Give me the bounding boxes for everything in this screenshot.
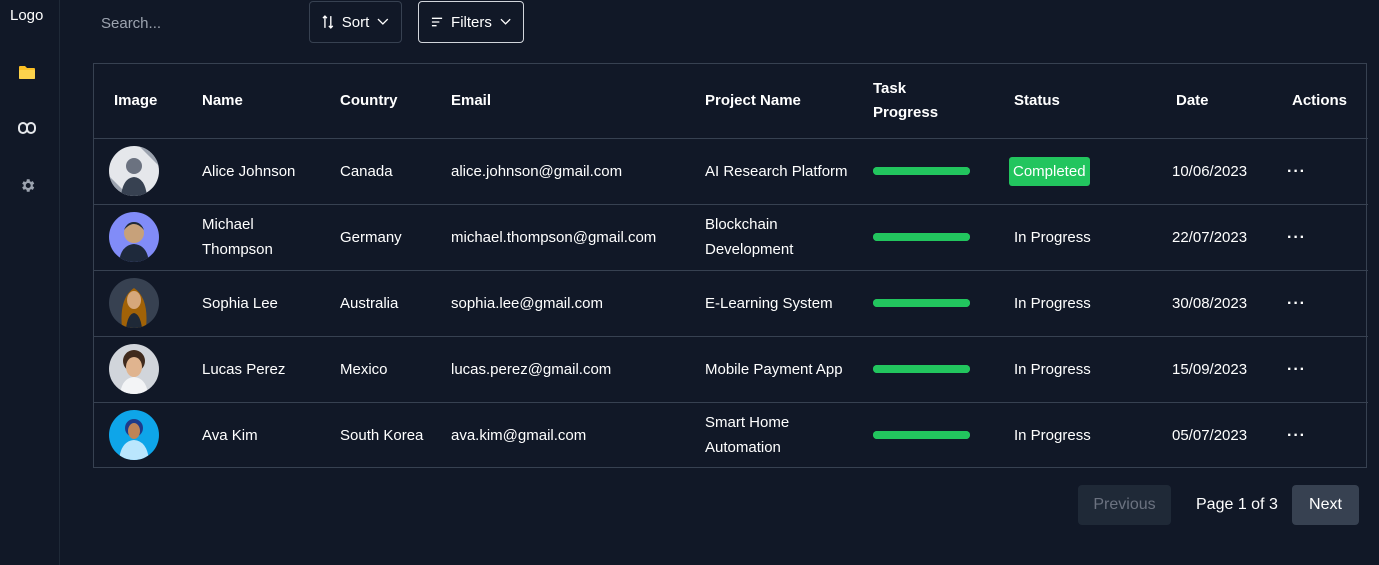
sort-button[interactable]: Sort: [309, 1, 402, 43]
cell-date: 22/07/2023: [1172, 228, 1248, 246]
logo: Logo: [10, 7, 44, 24]
header-project-name: Project Name: [705, 91, 801, 109]
cell-country: South Korea: [340, 426, 424, 444]
cell-email: michael.thompson@gmail.com: [451, 228, 657, 246]
cell-name: Lucas Perez: [202, 360, 286, 378]
table-header-row: Image Name Country Email Project Name Ta…: [94, 64, 1368, 138]
cell-date: 05/07/2023: [1172, 426, 1248, 444]
next-button[interactable]: Next: [1292, 485, 1359, 525]
filters-button[interactable]: Filters: [418, 1, 524, 43]
row-actions-icon[interactable]: ···: [1277, 270, 1368, 336]
cell-email: ava.kim@gmail.com: [451, 426, 587, 444]
cell-name: Sophia Lee: [202, 294, 278, 312]
page-indicator: Page 1 of 3: [1196, 496, 1278, 513]
filter-icon: [431, 17, 443, 27]
people-icon[interactable]: [17, 118, 37, 138]
cell-email: sophia.lee@gmail.com: [451, 294, 603, 312]
folder-icon[interactable]: [17, 62, 37, 82]
table-row: Ava Kim South Korea ava.kim@gmail.com Sm…: [94, 402, 1368, 468]
cell-date: 15/09/2023: [1172, 360, 1248, 378]
header-name: Name: [202, 91, 243, 109]
row-actions-icon[interactable]: ···: [1277, 336, 1368, 402]
table-row: Lucas Perez Mexico lucas.perez@gmail.com…: [94, 336, 1368, 402]
table-row: Alice Johnson Canada alice.johnson@gmail…: [94, 138, 1368, 204]
avatar: [109, 344, 159, 394]
progress-bar: [873, 233, 970, 241]
progress-bar: [873, 167, 970, 175]
cell-email: lucas.perez@gmail.com: [451, 360, 612, 378]
cell-name: Ava Kim: [202, 426, 258, 444]
sort-icon: [322, 15, 334, 29]
avatar: [109, 410, 159, 461]
header-email: Email: [451, 91, 492, 109]
avatar: [109, 212, 159, 262]
row-actions-icon[interactable]: ···: [1277, 138, 1368, 204]
table-row: Michael Thompson Germany michael.thompso…: [94, 204, 1368, 270]
progress-bar: [873, 299, 970, 307]
cell-project: E-Learning System: [705, 294, 833, 312]
cell-country: Mexico: [340, 360, 388, 378]
cell-name: Michael Thompson: [202, 216, 273, 258]
cell-name: Alice Johnson: [202, 162, 296, 180]
status-text: In Progress: [1014, 426, 1091, 444]
data-table: Image Name Country Email Project Name Ta…: [93, 63, 1368, 468]
header-status: Status: [1014, 91, 1060, 109]
chevron-down-icon: [500, 18, 511, 25]
row-actions-icon[interactable]: ···: [1277, 204, 1368, 270]
search-input[interactable]: [93, 6, 293, 40]
status-text: In Progress: [1014, 360, 1091, 378]
avatar: [109, 278, 159, 328]
progress-bar: [873, 431, 970, 440]
header-task-progress: Task Progress: [873, 79, 939, 121]
status-text: In Progress: [1014, 294, 1091, 312]
cell-project: Blockchain Development: [705, 216, 794, 258]
cell-country: Australia: [340, 294, 399, 312]
chevron-down-icon: [377, 18, 389, 25]
cell-project: AI Research Platform: [705, 162, 848, 180]
header-image: Image: [114, 91, 158, 109]
header-actions: Actions: [1292, 91, 1348, 109]
cell-date: 10/06/2023: [1172, 162, 1248, 180]
table-row: Sophia Lee Australia sophia.lee@gmail.co…: [94, 270, 1368, 336]
sort-label: Sort: [341, 13, 370, 31]
cell-project: Smart Home Automation: [705, 414, 790, 457]
header-country: Country: [340, 91, 398, 109]
status-badge: Completed: [1009, 156, 1090, 186]
row-actions-icon[interactable]: ···: [1277, 402, 1368, 468]
gear-icon[interactable]: [17, 175, 37, 195]
progress-bar: [873, 365, 970, 373]
filters-label: Filters: [451, 13, 492, 31]
cell-project: Mobile Payment App: [705, 360, 843, 378]
cell-date: 30/08/2023: [1172, 294, 1248, 312]
cell-country: Canada: [340, 162, 393, 180]
sidebar: Logo: [0, 0, 60, 565]
header-date: Date: [1176, 91, 1209, 109]
cell-country: Germany: [340, 228, 402, 246]
avatar: [109, 146, 159, 196]
previous-button[interactable]: Previous: [1078, 485, 1171, 525]
cell-email: alice.johnson@gmail.com: [451, 162, 623, 180]
status-text: In Progress: [1014, 228, 1091, 246]
